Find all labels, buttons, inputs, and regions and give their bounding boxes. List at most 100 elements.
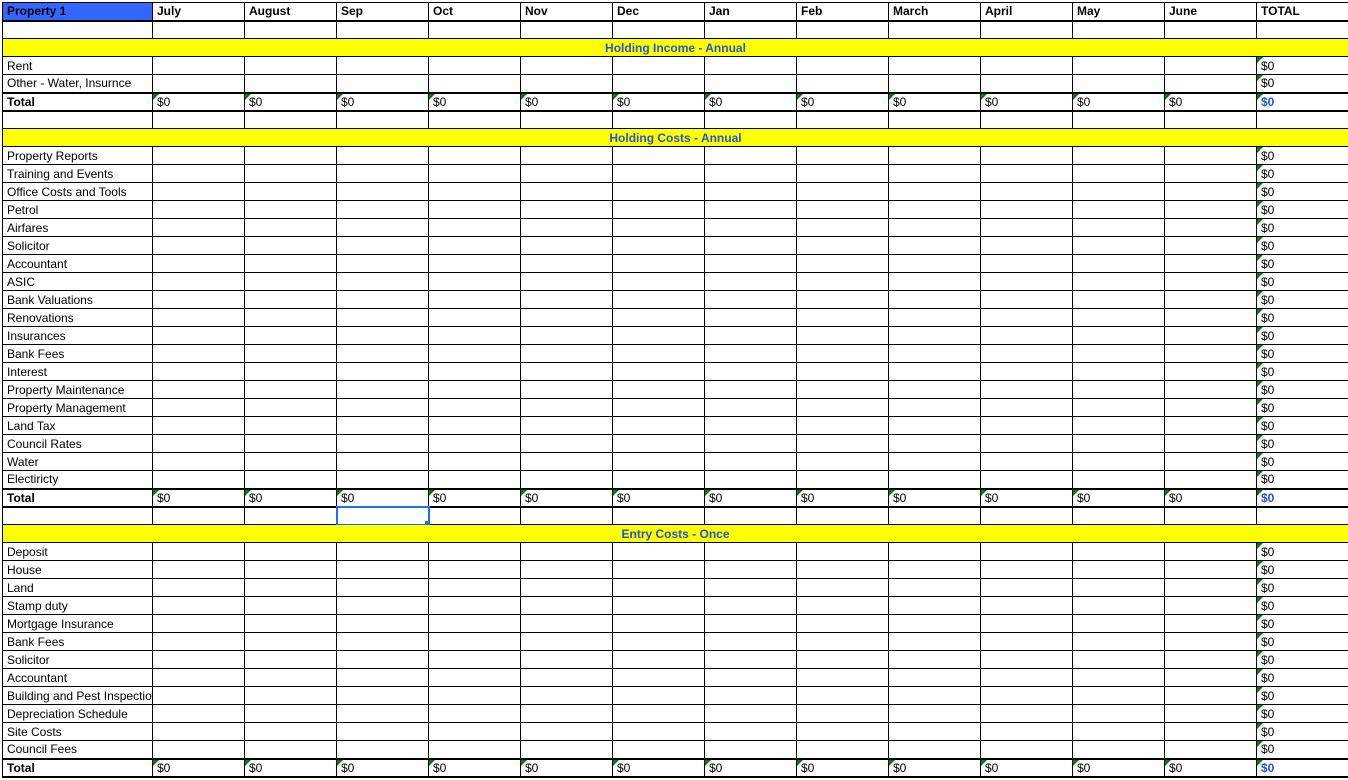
cell[interactable] (521, 183, 613, 201)
cell[interactable] (245, 687, 337, 705)
cell[interactable] (1073, 327, 1165, 345)
cell[interactable] (613, 633, 705, 651)
cell[interactable] (337, 651, 429, 669)
cell[interactable] (337, 579, 429, 597)
spacer-cell[interactable] (153, 507, 245, 525)
cell[interactable] (889, 381, 981, 399)
cell[interactable] (981, 381, 1073, 399)
cell[interactable] (1073, 597, 1165, 615)
cell[interactable] (1165, 147, 1257, 165)
cell[interactable] (337, 723, 429, 741)
cell[interactable] (797, 165, 889, 183)
cell[interactable] (797, 669, 889, 687)
total-month-2[interactable]: $0 (337, 489, 429, 507)
cell[interactable] (613, 669, 705, 687)
cell[interactable] (981, 435, 1073, 453)
cell[interactable] (981, 471, 1073, 489)
total-month-11[interactable]: $0 (1165, 93, 1257, 111)
cell[interactable] (1073, 741, 1165, 759)
cell[interactable] (153, 615, 245, 633)
cell[interactable] (705, 471, 797, 489)
cell[interactable] (245, 363, 337, 381)
cell[interactable] (337, 543, 429, 561)
cell[interactable] (613, 57, 705, 75)
header-month-8[interactable]: March (889, 3, 981, 21)
total-month-8[interactable]: $0 (889, 489, 981, 507)
spacer-cell[interactable] (429, 111, 521, 129)
cell[interactable] (981, 597, 1073, 615)
cell[interactable] (889, 147, 981, 165)
cell[interactable] (245, 669, 337, 687)
cell[interactable] (613, 723, 705, 741)
cell[interactable] (613, 273, 705, 291)
spacer-cell[interactable] (705, 507, 797, 525)
cell[interactable] (797, 363, 889, 381)
cell[interactable] (981, 201, 1073, 219)
cell[interactable] (153, 687, 245, 705)
cell[interactable] (705, 687, 797, 705)
cell[interactable] (1073, 237, 1165, 255)
cell[interactable] (337, 75, 429, 93)
spacer-cell[interactable] (1165, 507, 1257, 525)
cell[interactable] (245, 453, 337, 471)
cell[interactable] (153, 327, 245, 345)
cell[interactable] (1165, 543, 1257, 561)
cell[interactable] (705, 615, 797, 633)
cell[interactable] (521, 741, 613, 759)
cell[interactable] (613, 219, 705, 237)
cell[interactable] (245, 291, 337, 309)
spacer-cell[interactable] (889, 507, 981, 525)
cell[interactable] (245, 273, 337, 291)
cell[interactable] (981, 669, 1073, 687)
total-month-0[interactable]: $0 (153, 759, 245, 777)
blank-cell[interactable] (889, 21, 981, 39)
total-month-5[interactable]: $0 (613, 489, 705, 507)
cell[interactable] (889, 705, 981, 723)
cell[interactable] (521, 561, 613, 579)
cell[interactable] (1073, 399, 1165, 417)
cell[interactable] (521, 435, 613, 453)
cell[interactable] (429, 273, 521, 291)
cell[interactable] (981, 345, 1073, 363)
cell[interactable] (153, 417, 245, 435)
total-month-4[interactable]: $0 (521, 93, 613, 111)
cell[interactable] (337, 597, 429, 615)
cell[interactable] (613, 579, 705, 597)
cell[interactable] (705, 399, 797, 417)
header-month-7[interactable]: Feb (797, 3, 889, 21)
cell[interactable] (521, 273, 613, 291)
cell[interactable] (429, 291, 521, 309)
total-month-6[interactable]: $0 (705, 759, 797, 777)
cell[interactable] (153, 723, 245, 741)
total-month-9[interactable]: $0 (981, 489, 1073, 507)
cell[interactable] (429, 543, 521, 561)
cell[interactable] (797, 273, 889, 291)
total-month-3[interactable]: $0 (429, 489, 521, 507)
cell[interactable] (613, 363, 705, 381)
cell[interactable] (521, 705, 613, 723)
cell[interactable] (981, 417, 1073, 435)
cell[interactable] (1073, 417, 1165, 435)
cell[interactable] (245, 381, 337, 399)
total-month-9[interactable]: $0 (981, 93, 1073, 111)
cell[interactable] (429, 633, 521, 651)
cell[interactable] (889, 651, 981, 669)
cell[interactable] (1165, 417, 1257, 435)
cell[interactable] (245, 255, 337, 273)
cell[interactable] (153, 345, 245, 363)
header-property[interactable]: Property 1 (3, 3, 153, 21)
cell[interactable] (429, 471, 521, 489)
cell[interactable] (337, 147, 429, 165)
cell[interactable] (521, 57, 613, 75)
cell[interactable] (1165, 219, 1257, 237)
cell[interactable] (521, 453, 613, 471)
cell[interactable] (245, 723, 337, 741)
cell[interactable] (245, 327, 337, 345)
total-month-3[interactable]: $0 (429, 93, 521, 111)
cell[interactable] (1073, 669, 1165, 687)
cell[interactable] (337, 561, 429, 579)
cell[interactable] (245, 705, 337, 723)
cell[interactable] (1073, 165, 1165, 183)
cell[interactable] (337, 399, 429, 417)
cell[interactable] (245, 417, 337, 435)
